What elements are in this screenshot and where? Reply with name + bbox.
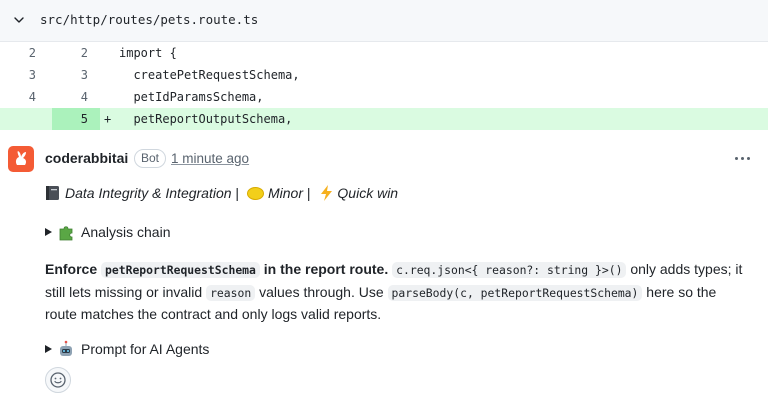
more-options-icon[interactable]: [730, 150, 756, 166]
file-header: src/http/routes/pets.route.ts: [0, 0, 768, 42]
diff-line[interactable]: 33 createPetRequestSchema,: [0, 64, 768, 86]
puzzle-piece-icon: [59, 226, 73, 241]
diff-marker: +: [104, 112, 112, 126]
diff-line[interactable]: 44 petIdParamsSchema,: [0, 86, 768, 108]
diff-line[interactable]: 2 2 import {: [0, 42, 768, 64]
inline-code: parseBody(c, petReportRequestSchema): [387, 284, 643, 301]
file-path[interactable]: src/http/routes/pets.route.ts: [40, 12, 258, 27]
tagline: Data Integrity & Integration | Minor | Q…: [45, 185, 398, 201]
diff-hunk: 2 2 import {3 3 createPetRequestSchema, 4 4 p…: [0, 42, 768, 130]
code-text: petReportOutputSchema,: [119, 112, 293, 126]
new-line-number[interactable]: 3: [52, 64, 88, 86]
old-line-number[interactable]: [0, 108, 36, 130]
add-reaction-button[interactable]: [45, 367, 71, 393]
disclosure-triangle-icon: [45, 228, 52, 236]
code-text: import {: [119, 46, 177, 60]
inline-code: c.req.json<{ reason?: string }>(): [392, 262, 627, 278]
new-line-number[interactable]: 5: [52, 108, 88, 130]
prompt-for-agents-toggle[interactable]: Prompt for AI Agents: [45, 340, 209, 358]
rabbit-icon: [15, 151, 27, 165]
inline-code: petReportRequestSchema: [101, 262, 260, 278]
comment-body: Enforce petReportRequestSchema in the re…: [45, 261, 743, 322]
analysis-chain-toggle[interactable]: Analysis chain: [45, 223, 171, 241]
chevron-down-icon[interactable]: [13, 14, 25, 26]
effort-label: Quick win: [337, 185, 399, 201]
bot-badge: Bot: [134, 149, 167, 168]
ledger-icon: [46, 186, 59, 200]
inline-code: reason: [206, 284, 256, 301]
old-line-number[interactable]: 2: [0, 42, 36, 64]
old-line-number[interactable]: 3: [0, 64, 36, 86]
robot-icon: [60, 340, 72, 356]
category-label: Data Integrity & Integration: [65, 185, 232, 201]
severity-label: Minor: [267, 185, 303, 201]
new-line-number[interactable]: 2: [52, 42, 88, 64]
comment-timestamp[interactable]: 1 minute ago: [171, 151, 249, 166]
smiley-icon: [50, 372, 66, 388]
author-name[interactable]: coderabbitai: [45, 150, 128, 166]
prompt-for-agents-label: Prompt for AI Agents: [81, 341, 210, 357]
old-line-number[interactable]: 4: [0, 86, 36, 108]
code-text: petIdParamsSchema,: [119, 90, 264, 104]
diff-line[interactable]: 5 + petReportOutputSchema,: [0, 108, 768, 130]
review-comment: coderabbitai Bot 1 minute ago Data Integ…: [0, 130, 768, 406]
lightning-icon: [321, 185, 333, 201]
new-line-number[interactable]: 4: [52, 86, 88, 108]
yellow-circle-icon: [246, 186, 264, 200]
disclosure-triangle-icon: [45, 345, 52, 353]
avatar[interactable]: [8, 146, 34, 172]
code-text: createPetRequestSchema,: [119, 68, 300, 82]
analysis-chain-label: Analysis chain: [81, 224, 171, 240]
